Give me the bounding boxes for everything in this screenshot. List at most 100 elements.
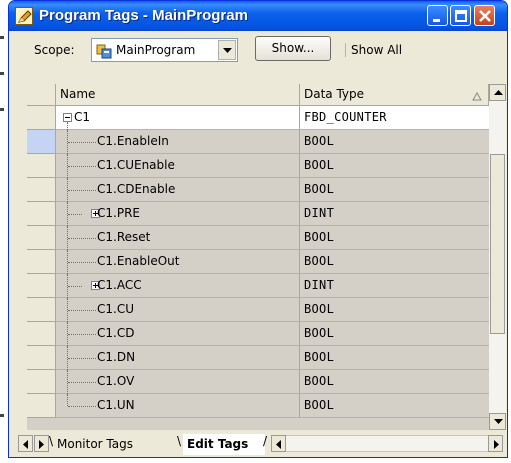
table-row[interactable]: C1.CD BOOL bbox=[27, 322, 489, 346]
tag-name: C1.EnableIn bbox=[97, 134, 169, 148]
row-selector[interactable] bbox=[27, 130, 56, 154]
background-window-edge bbox=[0, 414, 4, 417]
scroll-up-button[interactable] bbox=[489, 84, 506, 101]
table-row[interactable]: C1.CU BOOL bbox=[27, 298, 489, 322]
tag-name-cell[interactable]: C1.CU bbox=[56, 298, 300, 322]
data-type-cell[interactable]: DINT bbox=[300, 274, 489, 298]
grid-corner-header bbox=[27, 84, 56, 106]
row-selector[interactable] bbox=[27, 178, 56, 202]
table-row[interactable]: C1 FBD_COUNTER bbox=[27, 106, 489, 130]
tag-name: C1.CUEnable bbox=[97, 158, 175, 172]
vertical-scrollbar[interactable] bbox=[489, 84, 506, 430]
tab-separator: \ bbox=[177, 434, 182, 448]
table-row[interactable]: C1.PRE DINT bbox=[27, 202, 489, 226]
table-row[interactable]: C1.CUEnable BOOL bbox=[27, 154, 489, 178]
scope-value: MainProgram bbox=[116, 43, 196, 57]
data-type-cell[interactable]: DINT bbox=[300, 202, 489, 226]
chevron-down-icon[interactable] bbox=[218, 40, 236, 60]
data-type-cell[interactable]: BOOL bbox=[300, 322, 489, 346]
table-row[interactable]: C1.Reset BOOL bbox=[27, 226, 489, 250]
tree-line bbox=[68, 190, 96, 191]
tag-name-cell[interactable]: C1.EnableOut bbox=[56, 250, 300, 274]
table-row[interactable]: C1.UN BOOL bbox=[27, 394, 489, 418]
tag-name: C1 bbox=[74, 110, 91, 124]
row-selector[interactable] bbox=[27, 250, 56, 274]
tab-next-button[interactable] bbox=[34, 435, 49, 452]
tag-name: C1.CDEnable bbox=[97, 182, 176, 196]
data-type-cell[interactable]: BOOL bbox=[300, 154, 489, 178]
column-header-data-type[interactable]: Data Type bbox=[300, 84, 489, 106]
data-type-cell[interactable]: BOOL bbox=[300, 298, 489, 322]
row-selector[interactable] bbox=[27, 226, 56, 250]
tag-name-cell[interactable]: C1.Reset bbox=[56, 226, 300, 250]
row-selector[interactable] bbox=[27, 154, 56, 178]
close-button[interactable] bbox=[474, 5, 495, 26]
data-type-cell[interactable]: FBD_COUNTER bbox=[300, 106, 489, 130]
column-header-data-type-label: Data Type bbox=[304, 87, 365, 101]
row-selector[interactable] bbox=[27, 346, 56, 370]
tag-name: C1.OV bbox=[97, 374, 135, 388]
row-selector[interactable] bbox=[27, 394, 56, 418]
tab-prev-button[interactable] bbox=[18, 435, 33, 452]
table-row[interactable]: C1.OV BOOL bbox=[27, 370, 489, 394]
program-tags-window: Program Tags - MainProgram Scope: MainPr… bbox=[8, 0, 508, 458]
tree-line bbox=[68, 358, 96, 359]
column-header-name-label: Name bbox=[60, 87, 96, 101]
data-type-cell[interactable]: BOOL bbox=[300, 346, 489, 370]
tag-name: C1.Reset bbox=[97, 230, 151, 244]
data-type-cell[interactable]: BOOL bbox=[300, 226, 489, 250]
tag-name-cell[interactable]: C1.CD bbox=[56, 322, 300, 346]
background-window-edge bbox=[0, 72, 4, 75]
table-row[interactable]: C1.DN BOOL bbox=[27, 346, 489, 370]
tag-name-cell[interactable]: C1.DN bbox=[56, 346, 300, 370]
title-bar[interactable]: Program Tags - MainProgram bbox=[9, 1, 507, 31]
minimize-button[interactable] bbox=[427, 5, 448, 26]
tab-monitor-tags[interactable]: Monitor Tags bbox=[53, 434, 179, 455]
table-row[interactable]: C1.EnableIn BOOL bbox=[27, 130, 489, 154]
tag-name-cell[interactable]: C1.CUEnable bbox=[56, 154, 300, 178]
tree-line bbox=[68, 214, 82, 215]
row-selector[interactable] bbox=[27, 370, 56, 394]
maximize-button[interactable] bbox=[450, 5, 471, 26]
data-type-cell[interactable]: BOOL bbox=[300, 178, 489, 202]
column-header-name[interactable]: Name bbox=[56, 84, 300, 106]
scroll-down-button[interactable] bbox=[489, 413, 506, 430]
tree-line bbox=[68, 166, 96, 167]
data-type-cell[interactable]: BOOL bbox=[300, 370, 489, 394]
tag-name: C1.CU bbox=[97, 302, 134, 316]
tree-line bbox=[67, 394, 68, 406]
tag-name-cell[interactable]: C1.CDEnable bbox=[56, 178, 300, 202]
pencil-icon bbox=[15, 7, 33, 25]
tag-name-cell[interactable]: C1.ACC bbox=[56, 274, 300, 298]
scope-dropdown[interactable]: MainProgram bbox=[91, 38, 238, 62]
horizontal-scrollbar[interactable] bbox=[271, 435, 503, 452]
data-type-cell[interactable]: BOOL bbox=[300, 250, 489, 274]
row-selector[interactable] bbox=[27, 298, 56, 322]
scope-label: Scope: bbox=[34, 43, 75, 57]
tab-edit-tags[interactable]: Edit Tags bbox=[183, 434, 265, 455]
background-window-edge bbox=[0, 36, 4, 39]
scroll-right-button[interactable] bbox=[488, 435, 503, 452]
row-selector[interactable] bbox=[27, 106, 56, 130]
row-selector[interactable] bbox=[27, 202, 56, 226]
tag-name: C1.ACC bbox=[97, 278, 142, 292]
scope-toolbar: Scope: MainProgram Show... Show All bbox=[9, 31, 507, 71]
table-row[interactable]: C1.CDEnable BOOL bbox=[27, 178, 489, 202]
scroll-left-button[interactable] bbox=[271, 435, 286, 452]
table-row[interactable]: C1.ACC DINT bbox=[27, 274, 489, 298]
data-type-cell[interactable]: BOOL bbox=[300, 394, 489, 418]
tag-name-cell[interactable]: C1.OV bbox=[56, 370, 300, 394]
collapse-icon[interactable] bbox=[63, 113, 72, 122]
row-selector[interactable] bbox=[27, 274, 56, 298]
tag-name-cell[interactable]: C1.PRE bbox=[56, 202, 300, 226]
data-type-cell[interactable]: BOOL bbox=[300, 130, 489, 154]
scroll-thumb[interactable] bbox=[490, 154, 505, 334]
show-button[interactable]: Show... bbox=[255, 36, 331, 61]
row-selector[interactable] bbox=[27, 322, 56, 346]
tag-name: C1.DN bbox=[97, 350, 136, 364]
tag-name-cell[interactable]: C1.UN bbox=[56, 394, 300, 418]
tag-name-cell[interactable]: C1.EnableIn bbox=[56, 130, 300, 154]
tag-name-cell[interactable]: C1 bbox=[56, 106, 300, 130]
show-all-status: Show All bbox=[345, 43, 402, 57]
table-row[interactable]: C1.EnableOut BOOL bbox=[27, 250, 489, 274]
